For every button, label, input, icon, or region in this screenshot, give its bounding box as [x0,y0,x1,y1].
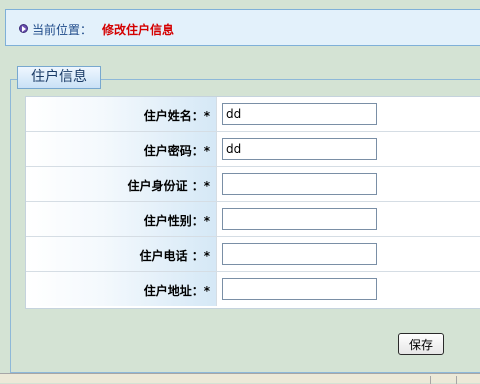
resident-password-input[interactable] [222,138,377,160]
form-row-phone: 住户电话 ：* [26,237,480,272]
resident-id-card-input[interactable] [222,173,377,195]
form-row-name: 住户姓名：* [26,97,480,132]
label-cell: 住户性别：* [26,202,217,236]
form-row-password: 住户密码：* [26,132,480,167]
arrow-circle-icon [19,24,28,33]
resident-phone-label: 住户电话 ：* [139,249,210,263]
resident-id-card-label: 住户身份证 ：* [127,179,210,193]
resident-address-label: 住户地址：* [143,284,210,298]
resident-gender-input[interactable] [222,208,377,230]
form-row-address: 住户地址：* [26,272,480,307]
resident-phone-input[interactable] [222,243,377,265]
fieldset-legend: 住户信息 [17,66,101,89]
breadcrumb-current-page: 修改住户信息 [102,23,175,37]
form-row-id-card: 住户身份证 ：* [26,167,480,202]
save-button[interactable]: 保存 [398,333,444,355]
resident-address-input[interactable] [222,278,377,300]
resident-form-table: 住户姓名：* 住户密码：* 住户身份证 ：* 住户性别：* 住户电话 ：* 住户… [25,96,480,309]
resident-password-label: 住户密码：* [143,144,210,158]
resident-name-input[interactable] [222,103,377,125]
resident-gender-label: 住户性别：* [143,214,210,228]
breadcrumb: 当前位置： 修改住户信息 [5,9,480,46]
label-cell: 住户身份证 ：* [26,167,217,201]
label-cell: 住户电话 ：* [26,237,217,271]
label-cell: 住户密码：* [26,132,217,166]
status-strip [0,373,480,384]
breadcrumb-prefix: 当前位置： [32,23,93,37]
label-cell: 住户姓名：* [26,97,217,131]
resident-name-label: 住户姓名：* [143,109,210,123]
form-row-gender: 住户性别：* [26,202,480,237]
label-cell: 住户地址：* [26,272,217,306]
